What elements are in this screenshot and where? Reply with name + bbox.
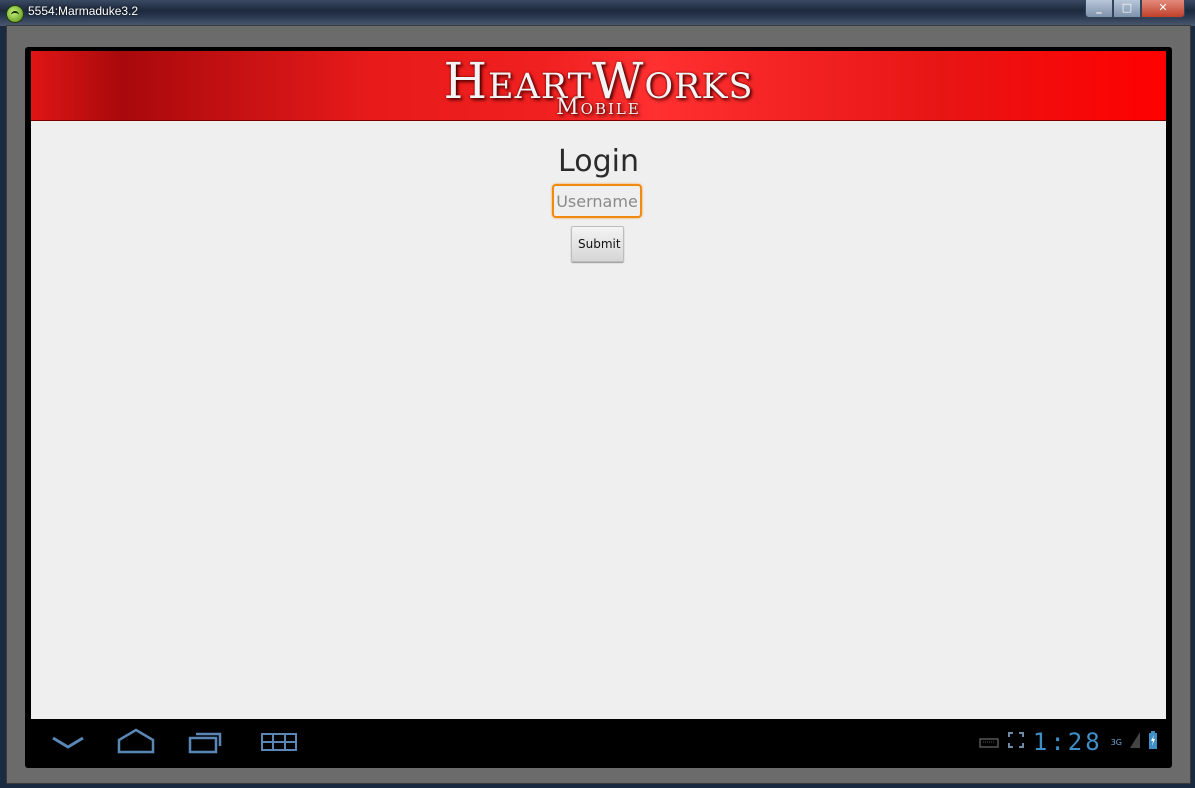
home-icon[interactable]	[117, 728, 155, 758]
app-screen: HeartWorks Mobile Login Submit	[31, 51, 1166, 719]
maximize-button[interactable]: □	[1113, 0, 1141, 18]
status-area[interactable]: 1:28 3G	[979, 729, 1158, 755]
signal-icon	[1130, 732, 1140, 752]
system-navigation-bar: 1:28 3G	[31, 719, 1166, 767]
clock: 1:28	[1032, 728, 1103, 756]
close-button[interactable]: ✕	[1141, 0, 1185, 18]
menu-icon[interactable]	[260, 732, 298, 756]
window-title: 5554:Marmaduke3.2	[28, 4, 139, 18]
network-type: 3G	[1110, 737, 1122, 747]
logo-subtitle: Mobile	[556, 95, 641, 120]
recent-apps-icon[interactable]	[188, 730, 224, 758]
keyboard-icon	[979, 733, 999, 752]
window-controls: _ □ ✕	[1085, 0, 1185, 18]
app-header: HeartWorks Mobile	[31, 51, 1166, 121]
submit-button[interactable]: Submit	[571, 226, 624, 262]
back-icon[interactable]	[51, 735, 85, 754]
fullscreen-icon	[1007, 731, 1025, 753]
android-emulator-icon	[6, 5, 24, 23]
minimize-button[interactable]: _	[1085, 0, 1113, 18]
page-title: Login	[558, 144, 639, 179]
username-input[interactable]	[552, 184, 642, 218]
window-titlebar[interactable]: 5554:Marmaduke3.2 _ □ ✕	[0, 0, 1195, 26]
battery-icon	[1148, 731, 1158, 753]
